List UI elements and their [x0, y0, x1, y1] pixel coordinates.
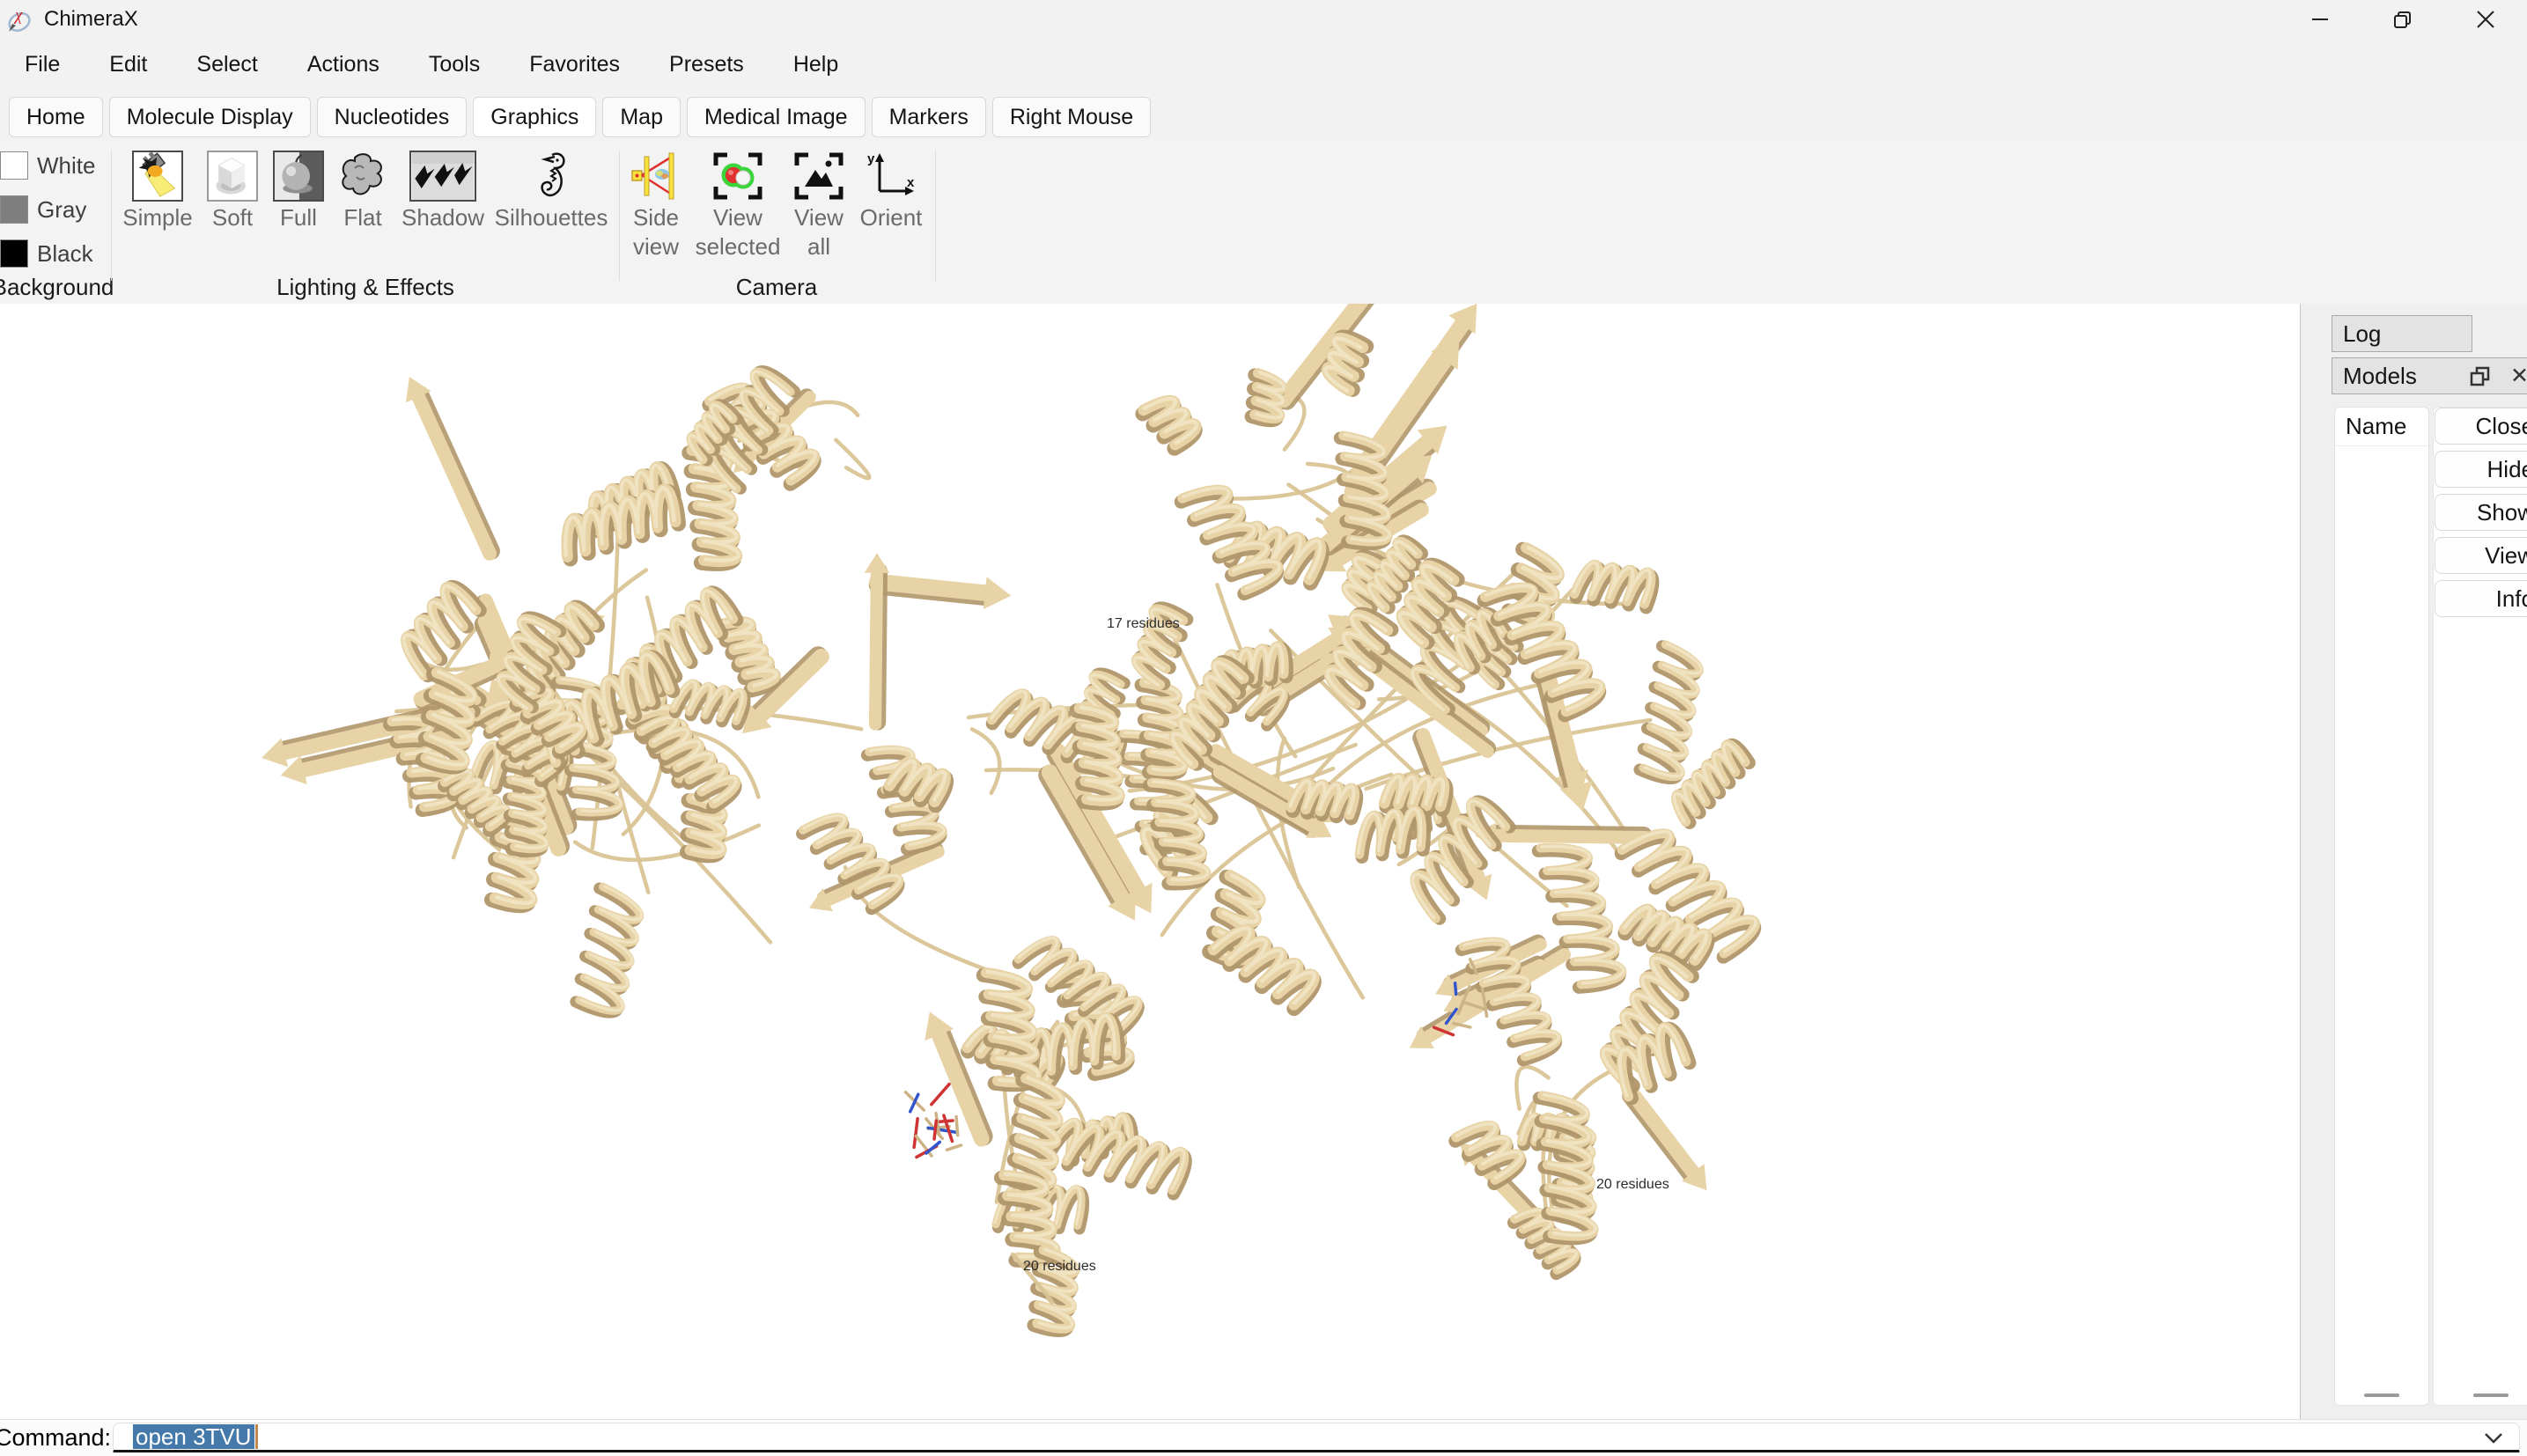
- models-hide-button[interactable]: Hide: [2435, 451, 2527, 488]
- graphics-viewport[interactable]: 17 residues 20 residues 20 residues: [0, 304, 2300, 1419]
- close-button[interactable]: [2444, 0, 2527, 39]
- command-label: Command:: [0, 1424, 111, 1452]
- background-white-option[interactable]: White: [0, 151, 95, 180]
- flat-blob-icon: [337, 151, 388, 202]
- svg-text:y: y: [867, 151, 875, 166]
- spotlight-icon: [132, 151, 183, 202]
- tab-graphics[interactable]: Graphics: [473, 97, 596, 137]
- tab-map[interactable]: Map: [602, 97, 681, 137]
- svg-text:x: x: [907, 175, 915, 190]
- lighting-silhouettes-button[interactable]: Silhouettes: [485, 151, 617, 231]
- chevron-down-icon[interactable]: [2484, 1432, 2503, 1445]
- background-black-option[interactable]: Black: [0, 239, 93, 268]
- tab-home[interactable]: Home: [9, 97, 103, 137]
- models-close-button[interactable]: Close: [2435, 408, 2527, 445]
- models-info-button[interactable]: Info: [2435, 580, 2527, 617]
- menu-select[interactable]: Select: [177, 52, 276, 77]
- tab-molecule-display[interactable]: Molecule Display: [109, 97, 311, 137]
- models-show-button[interactable]: Show: [2435, 494, 2527, 531]
- title-bar: χ ChimeraX: [0, 0, 2527, 39]
- menu-presets[interactable]: Presets: [650, 52, 763, 77]
- lighting-full-button[interactable]: Full: [268, 151, 329, 231]
- full-photo-icon: [273, 151, 324, 202]
- command-bar: Command: open 3TVU: [0, 1419, 2527, 1456]
- log-panel-tab[interactable]: Log: [2332, 315, 2472, 352]
- tab-medical-image[interactable]: Medical Image: [687, 97, 866, 137]
- ribbon-tab-bar: Home Molecule Display Nucleotides Graphi…: [9, 90, 1157, 143]
- shadow-photo-icon: [409, 151, 476, 202]
- command-input[interactable]: open 3TVU: [113, 1423, 2520, 1452]
- tab-right-mouse[interactable]: Right Mouse: [992, 97, 1151, 137]
- text-caret: [255, 1424, 258, 1449]
- restore-button[interactable]: [2361, 0, 2444, 39]
- window-title: ChimeraX: [44, 7, 138, 32]
- lighting-flat-button[interactable]: Flat: [328, 151, 398, 231]
- chimerax-window: χ ChimeraX File Edit Select Actions Tool…: [0, 0, 2527, 1456]
- group-separator: [935, 151, 936, 281]
- menu-edit[interactable]: Edit: [90, 52, 166, 77]
- close-panel-icon[interactable]: ✕: [2510, 365, 2527, 387]
- view-all-icon: [793, 151, 844, 202]
- float-panel-icon[interactable]: [2470, 366, 2491, 387]
- camera-orient-button[interactable]: y x Orient: [847, 151, 935, 231]
- background-gray-option[interactable]: Gray: [0, 195, 86, 224]
- background-group-title: Background: [0, 274, 116, 301]
- seahorse-icon: [526, 151, 577, 202]
- gray-swatch: [0, 195, 28, 224]
- residue-count-label: 20 residues: [1023, 1259, 1096, 1275]
- models-name-column: Name: [2334, 407, 2429, 1406]
- camera-view-selected-button[interactable]: View selected: [685, 151, 791, 260]
- menu-favorites[interactable]: Favorites: [510, 52, 639, 77]
- residue-count-label: 20 residues: [1596, 1177, 1669, 1193]
- view-selected-icon: [712, 151, 763, 202]
- menu-file[interactable]: File: [5, 52, 79, 77]
- menu-help[interactable]: Help: [774, 52, 858, 77]
- scrollbar-dash[interactable]: [2364, 1393, 2399, 1397]
- camera-side-view-button[interactable]: Side view: [616, 151, 696, 260]
- orient-axes-icon: y x: [866, 151, 917, 202]
- ribbon-graphics: White Gray Black Background Simple: [0, 143, 2527, 305]
- residue-count-label: 17 residues: [1107, 616, 1180, 632]
- svg-text:χ: χ: [13, 7, 23, 25]
- chimerax-logo-icon: χ: [7, 7, 33, 33]
- tab-markers[interactable]: Markers: [872, 97, 986, 137]
- white-swatch: [0, 151, 28, 180]
- lighting-simple-button[interactable]: Simple: [118, 151, 197, 231]
- menu-tools[interactable]: Tools: [409, 52, 499, 77]
- command-selected-text: open 3TVU: [133, 1424, 254, 1449]
- models-button-column: Close Hide Show View Info: [2433, 407, 2527, 1406]
- lighting-soft-button[interactable]: Soft: [202, 151, 263, 231]
- lighting-group-title: Lighting & Effects: [233, 274, 497, 301]
- name-column-header[interactable]: Name: [2335, 408, 2428, 446]
- models-view-button[interactable]: View: [2435, 537, 2527, 574]
- side-panel: Log Models ✕ Name Close Hide Show View I…: [2300, 304, 2527, 1419]
- minimize-button[interactable]: [2279, 0, 2361, 39]
- lighting-shadow-button[interactable]: Shadow: [394, 151, 491, 231]
- models-panel-header: Models ✕: [2332, 357, 2527, 394]
- menu-actions[interactable]: Actions: [288, 52, 399, 77]
- models-panel-title: Models: [2332, 358, 2527, 393]
- camera-group-title: Camera: [689, 274, 865, 301]
- scrollbar-dash[interactable]: [2473, 1393, 2509, 1397]
- soft-cube-icon: [207, 151, 258, 202]
- close-icon: [2475, 9, 2496, 30]
- protein-ribbon-structure: [0, 304, 2300, 1419]
- tab-nucleotides[interactable]: Nucleotides: [317, 97, 468, 137]
- black-swatch: [0, 239, 28, 268]
- group-separator: [111, 151, 112, 281]
- menu-bar: File Edit Select Actions Tools Favorites…: [5, 39, 868, 90]
- side-view-icon: [630, 151, 681, 202]
- minimize-icon: [2310, 10, 2330, 29]
- restore-icon: [2393, 10, 2413, 29]
